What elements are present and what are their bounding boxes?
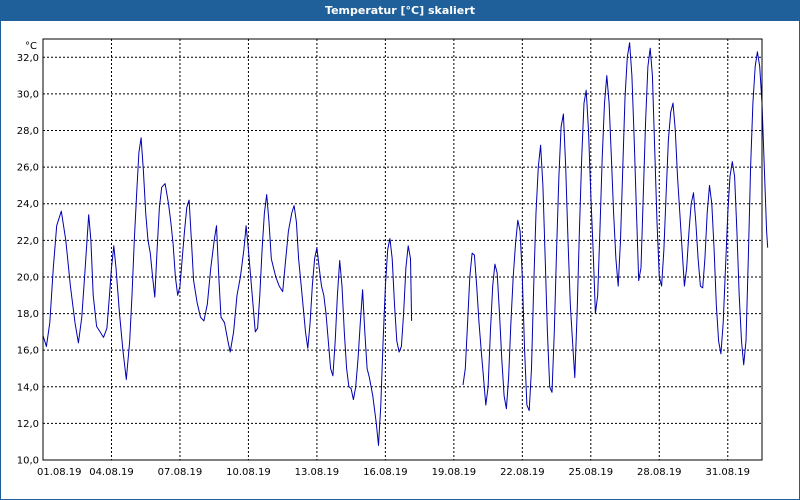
y-tick-label: 28,0 bbox=[17, 126, 39, 137]
x-tick-label: 16.08.19 bbox=[363, 467, 408, 478]
x-tick-label: 31.08.19 bbox=[705, 467, 750, 478]
y-tick-label: 14,0 bbox=[17, 382, 39, 393]
axis-ticks: 10,0 12,0 14,0 16,0 18,0 20,0 22,0 24,0 26,0 28,0… bbox=[17, 53, 750, 478]
y-tick-label: 12,0 bbox=[17, 419, 39, 430]
chart-grid bbox=[43, 39, 762, 461]
y-tick-label: 18,0 bbox=[17, 309, 39, 320]
temperature-series-line bbox=[42, 137, 413, 446]
x-tick-label: 04.08.19 bbox=[89, 467, 134, 478]
x-tick-label: 25.08.19 bbox=[569, 467, 614, 478]
y-tick-label: 26,0 bbox=[17, 163, 39, 174]
plot-area-frame bbox=[42, 38, 763, 461]
temperature-series-line bbox=[462, 42, 769, 412]
y-tick-label: 32,0 bbox=[17, 53, 39, 64]
y-tick-label: 20,0 bbox=[17, 272, 39, 283]
x-tick-label: 10.08.19 bbox=[226, 467, 271, 478]
x-tick-label: 13.08.19 bbox=[295, 467, 340, 478]
y-axis-unit-label: °C bbox=[25, 41, 37, 52]
y-tick-label: 24,0 bbox=[17, 199, 39, 210]
y-tick-label: 10,0 bbox=[17, 456, 39, 467]
x-tick-label: 01.08.19 bbox=[37, 467, 82, 478]
x-tick-label: 28.08.19 bbox=[637, 467, 682, 478]
x-tick-label: 22.08.19 bbox=[500, 467, 545, 478]
temperature-chart: °C 10,0 12,0 14,0 16,0 18,0 20,0 22,0 24,0 26,0 2… bbox=[17, 38, 769, 478]
x-tick-label: 07.08.19 bbox=[158, 467, 203, 478]
y-tick-label: 16,0 bbox=[17, 346, 39, 357]
y-tick-label: 30,0 bbox=[17, 89, 39, 100]
x-tick-label: 19.08.19 bbox=[432, 467, 477, 478]
y-tick-label: 22,0 bbox=[17, 236, 39, 247]
